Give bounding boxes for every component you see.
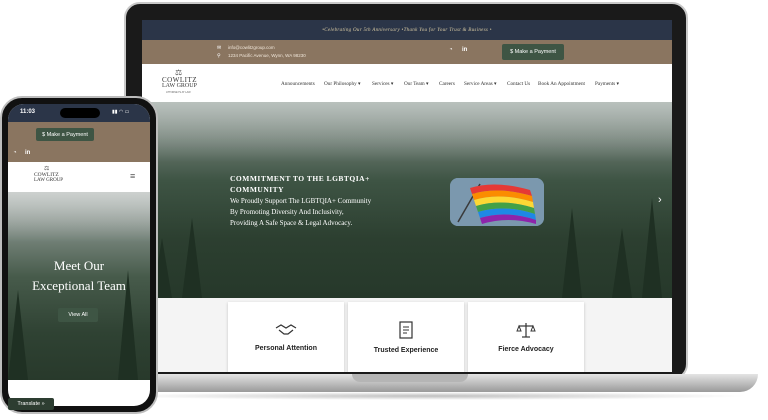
document-icon xyxy=(399,320,413,339)
feature-label: Fierce Advocacy xyxy=(498,345,554,353)
phone-logo[interactable]: ⚖ COWLITZ LAW GROUP xyxy=(32,165,72,189)
hero-body-line2: By Promoting Diversity And Inclusivity, xyxy=(230,208,344,216)
whatsapp-icon[interactable]: ◔ xyxy=(449,47,453,53)
main-nav: ⚖ COWLITZ LAW GROUP ATTORNEYS AT LAW Ann… xyxy=(142,64,672,102)
laptop-notch xyxy=(352,374,468,382)
nav-service-areas[interactable]: Service Areas ▾ xyxy=(464,81,497,87)
whatsapp-icon[interactable]: ◔ xyxy=(13,150,17,156)
phone-hero: Meet Our Exceptional Team View All xyxy=(8,192,150,380)
translate-button[interactable]: Translate » xyxy=(8,398,54,410)
nav-contact-us[interactable]: Contact Us xyxy=(507,81,530,87)
nav-our-team[interactable]: Our Team ▾ xyxy=(404,81,429,87)
laptop-screen: •Celebrating Our 5th Anniversary •Thank … xyxy=(142,20,672,372)
nav-our-philosophy[interactable]: Our Philosophy ▾ xyxy=(324,81,361,87)
scales-logo-icon: ⚖ xyxy=(44,166,50,172)
phone-make-payment-button[interactable]: $ Make a Payment xyxy=(36,128,94,141)
tree-silhouette xyxy=(182,218,202,298)
tree-silhouette xyxy=(642,198,662,298)
features-section: Personal Attention Trusted Experience Fi… xyxy=(142,298,672,372)
carousel-next-arrow-icon[interactable]: › xyxy=(658,194,662,206)
nav-announcements[interactable]: Announcements xyxy=(281,81,315,87)
mail-icon: ✉ xyxy=(217,45,222,51)
linkedin-icon[interactable]: in xyxy=(462,47,467,53)
phone-status-bar: 11:03 ▮▮ ◠ ▭ xyxy=(8,104,150,122)
hero-body-line3: Providing A Safe Space & Legal Advocacy. xyxy=(230,219,353,227)
hero-heading-line1: COMMITMENT TO THE LGBTQIA+ xyxy=(230,174,370,183)
nav-services[interactable]: Services ▾ xyxy=(372,81,393,87)
tree-silhouette xyxy=(562,208,582,298)
phone-screen: 11:03 ▮▮ ◠ ▭ $ Make a Payment ◔ in ⚖ COW… xyxy=(8,104,150,406)
nav-book-appointment[interactable]: Book An Appointment xyxy=(538,81,585,87)
pride-flag-image xyxy=(450,178,544,226)
contact-bar: ✉ info@cowlitzgroup.com ⚲ 1234 Pacific A… xyxy=(142,40,672,64)
status-time: 11:03 xyxy=(20,109,36,115)
logo[interactable]: ⚖ COWLITZ LAW GROUP ATTORNEYS AT LAW xyxy=(160,68,204,98)
view-all-button[interactable]: View All xyxy=(58,308,98,322)
hero-banner: COMMITMENT TO THE LGBTQIA+ COMMUNITY We … xyxy=(142,102,672,298)
feature-label: Personal Attention xyxy=(255,344,317,352)
phone-contact-bar: $ Make a Payment ◔ in xyxy=(8,122,150,162)
feature-card-fierce-advocacy[interactable]: Fierce Advocacy xyxy=(468,302,584,372)
phone-header: ⚖ COWLITZ LAW GROUP ≡ xyxy=(8,162,150,192)
contact-address: 1234 Pacific Avenue, Wynn, WA 98230 xyxy=(228,53,306,58)
location-pin-icon: ⚲ xyxy=(217,53,221,59)
feature-card-personal-attention[interactable]: Personal Attention xyxy=(228,302,344,372)
handshake-icon xyxy=(275,323,297,335)
announcement-text: •Celebrating Our 5th Anniversary •Thank … xyxy=(322,27,492,33)
make-payment-button[interactable]: $ Make a Payment xyxy=(502,44,564,60)
hero-heading-line2: COMMUNITY xyxy=(230,185,285,194)
hamburger-menu-icon[interactable]: ≡ xyxy=(130,171,135,181)
nav-payments[interactable]: Payments ▾ xyxy=(595,81,619,87)
feature-label: Trusted Experience xyxy=(373,346,439,354)
laptop-shadow xyxy=(110,392,750,400)
logo-line2: LAW GROUP xyxy=(34,178,64,183)
contact-email[interactable]: info@cowlitzgroup.com xyxy=(228,45,275,50)
hero-body-line1: We Proudly Support The LGBTQIA+ Communit… xyxy=(230,197,372,205)
tree-silhouette xyxy=(612,228,632,298)
phone-hero-line2: Exceptional Team xyxy=(32,278,126,293)
linkedin-icon[interactable]: in xyxy=(25,150,30,156)
scales-icon xyxy=(516,322,536,338)
dynamic-island xyxy=(60,108,100,118)
feature-card-trusted-experience[interactable]: Trusted Experience xyxy=(348,302,464,372)
nav-careers[interactable]: Careers xyxy=(439,81,455,87)
tree-silhouette xyxy=(8,290,28,380)
mist-overlay xyxy=(142,102,672,162)
mist-overlay xyxy=(8,192,150,242)
announcement-bar: •Celebrating Our 5th Anniversary •Thank … xyxy=(142,20,672,40)
logo-tagline: ATTORNEYS AT LAW xyxy=(166,91,191,94)
logo-line2: LAW GROUP xyxy=(162,83,197,89)
signal-wifi-battery-icon: ▮▮ ◠ ▭ xyxy=(112,109,130,115)
phone-hero-line1: Meet Our xyxy=(53,258,105,273)
